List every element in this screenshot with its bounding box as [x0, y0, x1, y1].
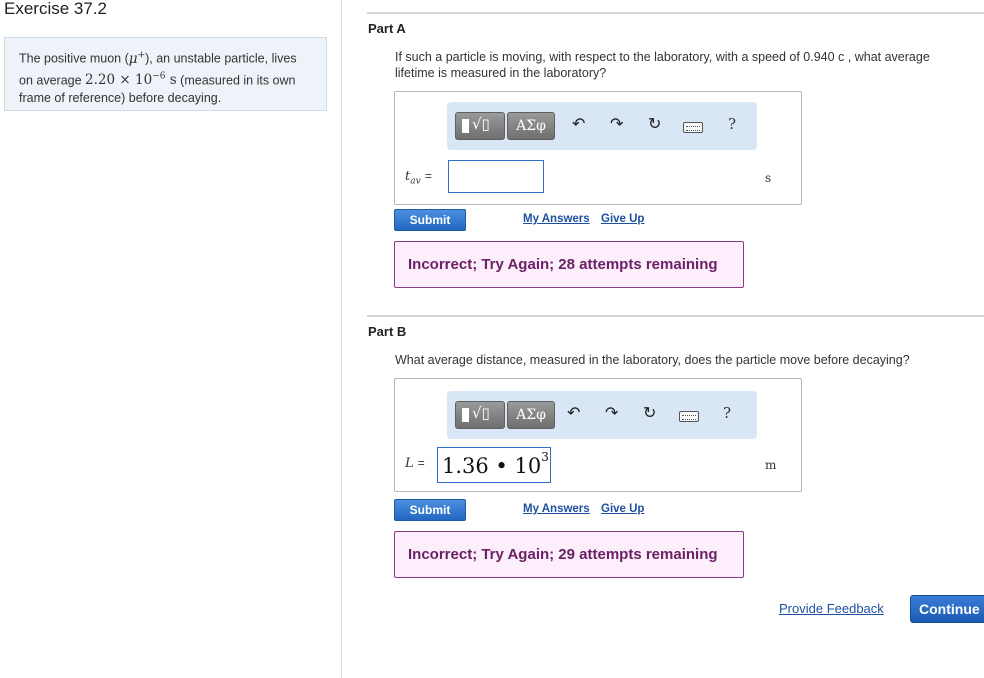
- redo-icon[interactable]: ↷: [605, 403, 618, 422]
- part-b-divider: [367, 315, 984, 317]
- part-a-answer-input[interactable]: [448, 160, 544, 193]
- part-a-unit: s: [765, 171, 772, 185]
- undo-icon[interactable]: ↶: [572, 114, 585, 133]
- part-a-give-up-link[interactable]: Give Up: [601, 213, 644, 225]
- part-b-answer-input[interactable]: 1.36 • 103: [437, 447, 551, 483]
- part-b-feedback: Incorrect; Try Again; 29 attempts remain…: [394, 531, 744, 578]
- part-a-divider: [367, 12, 984, 14]
- redo-icon[interactable]: ↷: [610, 114, 623, 133]
- part-a-question: If such a particle is moving, with respe…: [395, 50, 930, 80]
- part-b-submit-button[interactable]: Submit: [394, 499, 466, 521]
- reset-icon[interactable]: ↻: [643, 403, 656, 422]
- part-a-label: Part A: [368, 21, 406, 36]
- keyboard-icon[interactable]: [679, 411, 699, 422]
- part-a-answer-box: √▯ ΑΣφ ↶ ↷ ↻ ? tav = s: [394, 91, 802, 205]
- left-panel: Exercise 37.2 The positive muon (μ+), an…: [0, 0, 342, 678]
- muon-symbol: μ+: [128, 50, 146, 67]
- part-b-unit: m: [765, 458, 777, 472]
- reset-icon[interactable]: ↻: [648, 114, 661, 133]
- part-b-label: Part B: [368, 324, 407, 339]
- part-b-math-toolbar: √▯ ΑΣφ ↶ ↷ ↻ ?: [447, 391, 757, 439]
- part-b-answer-box: √▯ ΑΣφ ↶ ↷ ↻ ? L = 1.36 • 103 m: [394, 378, 802, 492]
- part-b-question: What average distance, measured in the l…: [395, 353, 910, 367]
- part-b-my-answers-link[interactable]: My Answers: [523, 503, 590, 515]
- part-b-give-up-link[interactable]: Give Up: [601, 503, 644, 515]
- part-a-variable-label: tav =: [405, 169, 432, 187]
- help-icon[interactable]: ?: [723, 404, 731, 422]
- greek-symbols-button[interactable]: ΑΣφ: [507, 112, 555, 140]
- help-icon[interactable]: ?: [728, 115, 736, 133]
- part-a-feedback: Incorrect; Try Again; 28 attempts remain…: [394, 241, 744, 288]
- keyboard-icon[interactable]: [683, 122, 703, 133]
- part-a-submit-button[interactable]: Submit: [394, 209, 466, 231]
- part-b-variable-label: L =: [405, 456, 425, 471]
- greek-symbols-button[interactable]: ΑΣφ: [507, 401, 555, 429]
- continue-button[interactable]: Continue: [910, 595, 984, 623]
- undo-icon[interactable]: ↶: [567, 403, 580, 422]
- problem-statement: The positive muon (μ+), an unstable part…: [4, 37, 327, 111]
- provide-feedback-link[interactable]: Provide Feedback: [779, 601, 884, 616]
- part-a-math-toolbar: √▯ ΑΣφ ↶ ↷ ↻ ?: [447, 102, 757, 150]
- part-a-my-answers-link[interactable]: My Answers: [523, 213, 590, 225]
- templates-button[interactable]: √▯: [455, 112, 505, 140]
- templates-button[interactable]: √▯: [455, 401, 505, 429]
- lifetime-value: 2.20 × 10−6 s: [85, 71, 177, 89]
- exercise-title: Exercise 37.2: [4, 0, 107, 18]
